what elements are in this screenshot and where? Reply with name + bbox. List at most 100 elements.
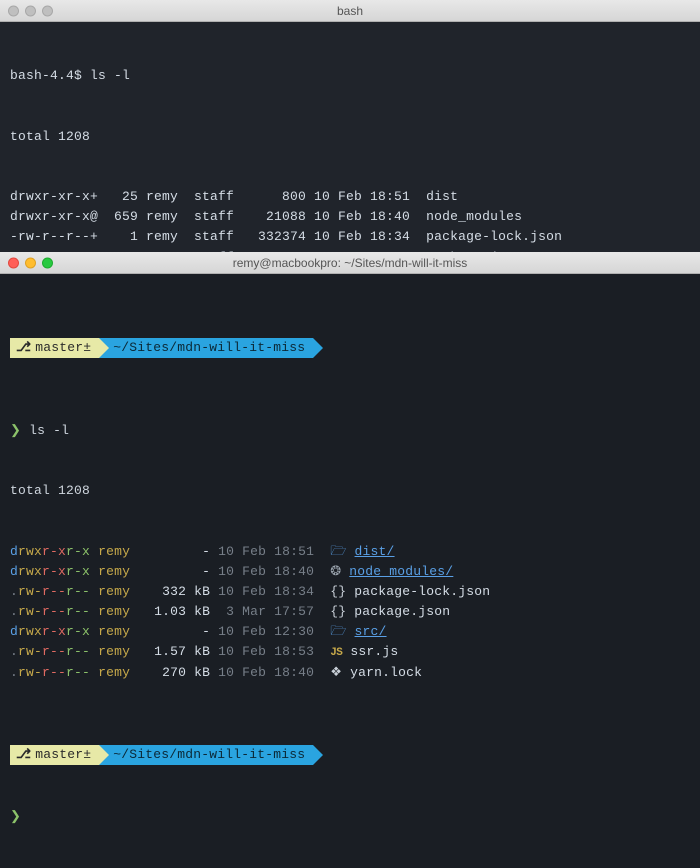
perm-group: r-- <box>42 665 66 680</box>
total-line: total 1208 <box>10 127 690 147</box>
filename: ssr.js <box>350 644 398 659</box>
zsh-terminal[interactable]: ⎇master± ~/Sites/mdn-will-it-miss ❯ ls -… <box>0 274 700 504</box>
cwd-segment: ~/Sites/mdn-will-it-miss <box>99 745 313 765</box>
perm-user: rw- <box>18 604 42 619</box>
owner: remy <box>98 604 138 619</box>
owner: remy <box>98 665 138 680</box>
window-title: bash <box>337 4 363 18</box>
ls-row: drwxr-xr-x remy - 10 Feb 18:40 ❂ node_mo… <box>10 562 690 582</box>
perm-other: r-x <box>66 624 90 639</box>
minimize-icon[interactable] <box>25 257 36 268</box>
perm-group: r-- <box>42 584 66 599</box>
total-line: total 1208 <box>10 481 690 501</box>
zsh-titlebar[interactable]: remy@macbookpro: ~/Sites/mdn-will-it-mis… <box>0 252 700 274</box>
perm-group: r-x <box>42 624 66 639</box>
perm-type: . <box>10 604 18 619</box>
owner: remy <box>98 624 138 639</box>
filename: yarn.lock <box>350 665 422 680</box>
perm-other: r-- <box>66 604 90 619</box>
maximize-icon[interactable] <box>42 257 53 268</box>
close-icon[interactable] <box>8 5 19 16</box>
perm-type: . <box>10 665 18 680</box>
size: 1.57 kB <box>146 644 210 659</box>
owner: remy <box>98 584 138 599</box>
ls-row: .rw-r--r-- remy 270 kB 10 Feb 18:40 ❖ ya… <box>10 663 690 683</box>
branch-icon: ⎇ <box>16 747 31 762</box>
close-icon[interactable] <box>8 257 19 268</box>
perm-other: r-x <box>66 544 90 559</box>
prompt: bash-4.4$ <box>10 68 90 83</box>
perm-group: r-- <box>42 604 66 619</box>
minimize-icon[interactable] <box>25 5 36 16</box>
ls-row: .rw-r--r-- remy 1.57 kB 10 Feb 18:53 JS … <box>10 642 690 662</box>
branch-icon: ⎇ <box>16 340 31 355</box>
ls-row: drwxr-xr-x remy - 10 Feb 18:51 🗁 dist/ <box>10 542 690 562</box>
perm-type: d <box>10 544 18 559</box>
date: 10 Feb 18:34 <box>218 584 322 599</box>
branch-segment: ⎇ master± <box>10 745 99 765</box>
folder-icon: 🗁 <box>330 624 346 639</box>
perm-user: rw- <box>18 584 42 599</box>
perm-other: r-- <box>66 584 90 599</box>
gear-icon: ❂ <box>330 564 341 579</box>
window-controls <box>8 5 53 16</box>
perm-other: r-- <box>66 665 90 680</box>
dirty-indicator: ± <box>83 747 91 762</box>
date: 3 Mar 17:57 <box>218 604 322 619</box>
cwd-text: ~/Sites/mdn-will-it-miss <box>113 745 305 765</box>
owner: remy <box>98 644 138 659</box>
perm-other: r-x <box>66 564 90 579</box>
ls-row: drwxr-xr-x+ 25 remy staff 800 10 Feb 18:… <box>10 187 690 207</box>
prompt-line: ❯ <box>10 807 690 827</box>
branch-segment: ⎇master± <box>10 338 99 358</box>
date: 10 Feb 18:51 <box>218 544 322 559</box>
maximize-icon[interactable] <box>42 5 53 16</box>
size: - <box>146 564 210 579</box>
size: - <box>146 544 210 559</box>
perm-user: rwx <box>18 624 42 639</box>
window-title: remy@macbookpro: ~/Sites/mdn-will-it-mis… <box>233 256 468 270</box>
size: 1.03 kB <box>146 604 210 619</box>
ls-row: .rw-r--r-- remy 332 kB 10 Feb 18:34 {} p… <box>10 582 690 602</box>
perm-type: d <box>10 564 18 579</box>
date: 10 Feb 12:30 <box>218 624 322 639</box>
cwd-text: ~/Sites/mdn-will-it-miss <box>113 338 305 358</box>
folder-icon: 🗁 <box>330 544 346 559</box>
json-icon: {} <box>330 584 346 599</box>
date: 10 Feb 18:40 <box>218 665 322 680</box>
lockfile-icon: ❖ <box>330 665 342 680</box>
filename: dist/ <box>355 544 395 559</box>
perm-user: rwx <box>18 564 42 579</box>
command-text: ls -l <box>90 68 130 83</box>
perm-group: r-x <box>42 544 66 559</box>
ls-row: drwxr-xr-x@ 659 remy staff 21088 10 Feb … <box>10 207 690 227</box>
perm-user: rwx <box>18 544 42 559</box>
date: 10 Feb 18:53 <box>218 644 322 659</box>
bash-titlebar[interactable]: bash <box>0 0 700 22</box>
perm-user: rw- <box>18 665 42 680</box>
filename: package.json <box>354 604 450 619</box>
window-controls <box>8 257 53 268</box>
zsh-window: remy@macbookpro: ~/Sites/mdn-will-it-mis… <box>0 252 700 504</box>
json-icon: {} <box>330 604 346 619</box>
powerline-prompt: ⎇master± ~/Sites/mdn-will-it-miss <box>10 338 690 358</box>
command-text: ls -l <box>29 423 69 438</box>
perm-group: r-x <box>42 564 66 579</box>
owner: remy <box>98 564 138 579</box>
filename: src/ <box>355 624 387 639</box>
size: 332 kB <box>146 584 210 599</box>
size: 270 kB <box>146 665 210 680</box>
perm-type: . <box>10 644 18 659</box>
js-icon: JS <box>330 647 342 659</box>
perm-group: r-- <box>42 644 66 659</box>
prompt-caret-icon: ❯ <box>10 809 21 824</box>
command-line: ❯ ls -l <box>10 421 690 441</box>
branch-name: master <box>35 340 83 355</box>
ls-row: drwxr-xr-x remy - 10 Feb 12:30 🗁 src/ <box>10 622 690 642</box>
branch-name: master <box>35 747 83 762</box>
filename: package-lock.json <box>354 584 490 599</box>
perm-type: . <box>10 584 18 599</box>
bash-terminal[interactable]: bash-4.4$ ls -l total 1208 drwxr-xr-x+ 2… <box>0 22 700 252</box>
powerline-prompt: ⎇ master± ~/Sites/mdn-will-it-miss <box>10 745 690 765</box>
perm-user: rw- <box>18 644 42 659</box>
